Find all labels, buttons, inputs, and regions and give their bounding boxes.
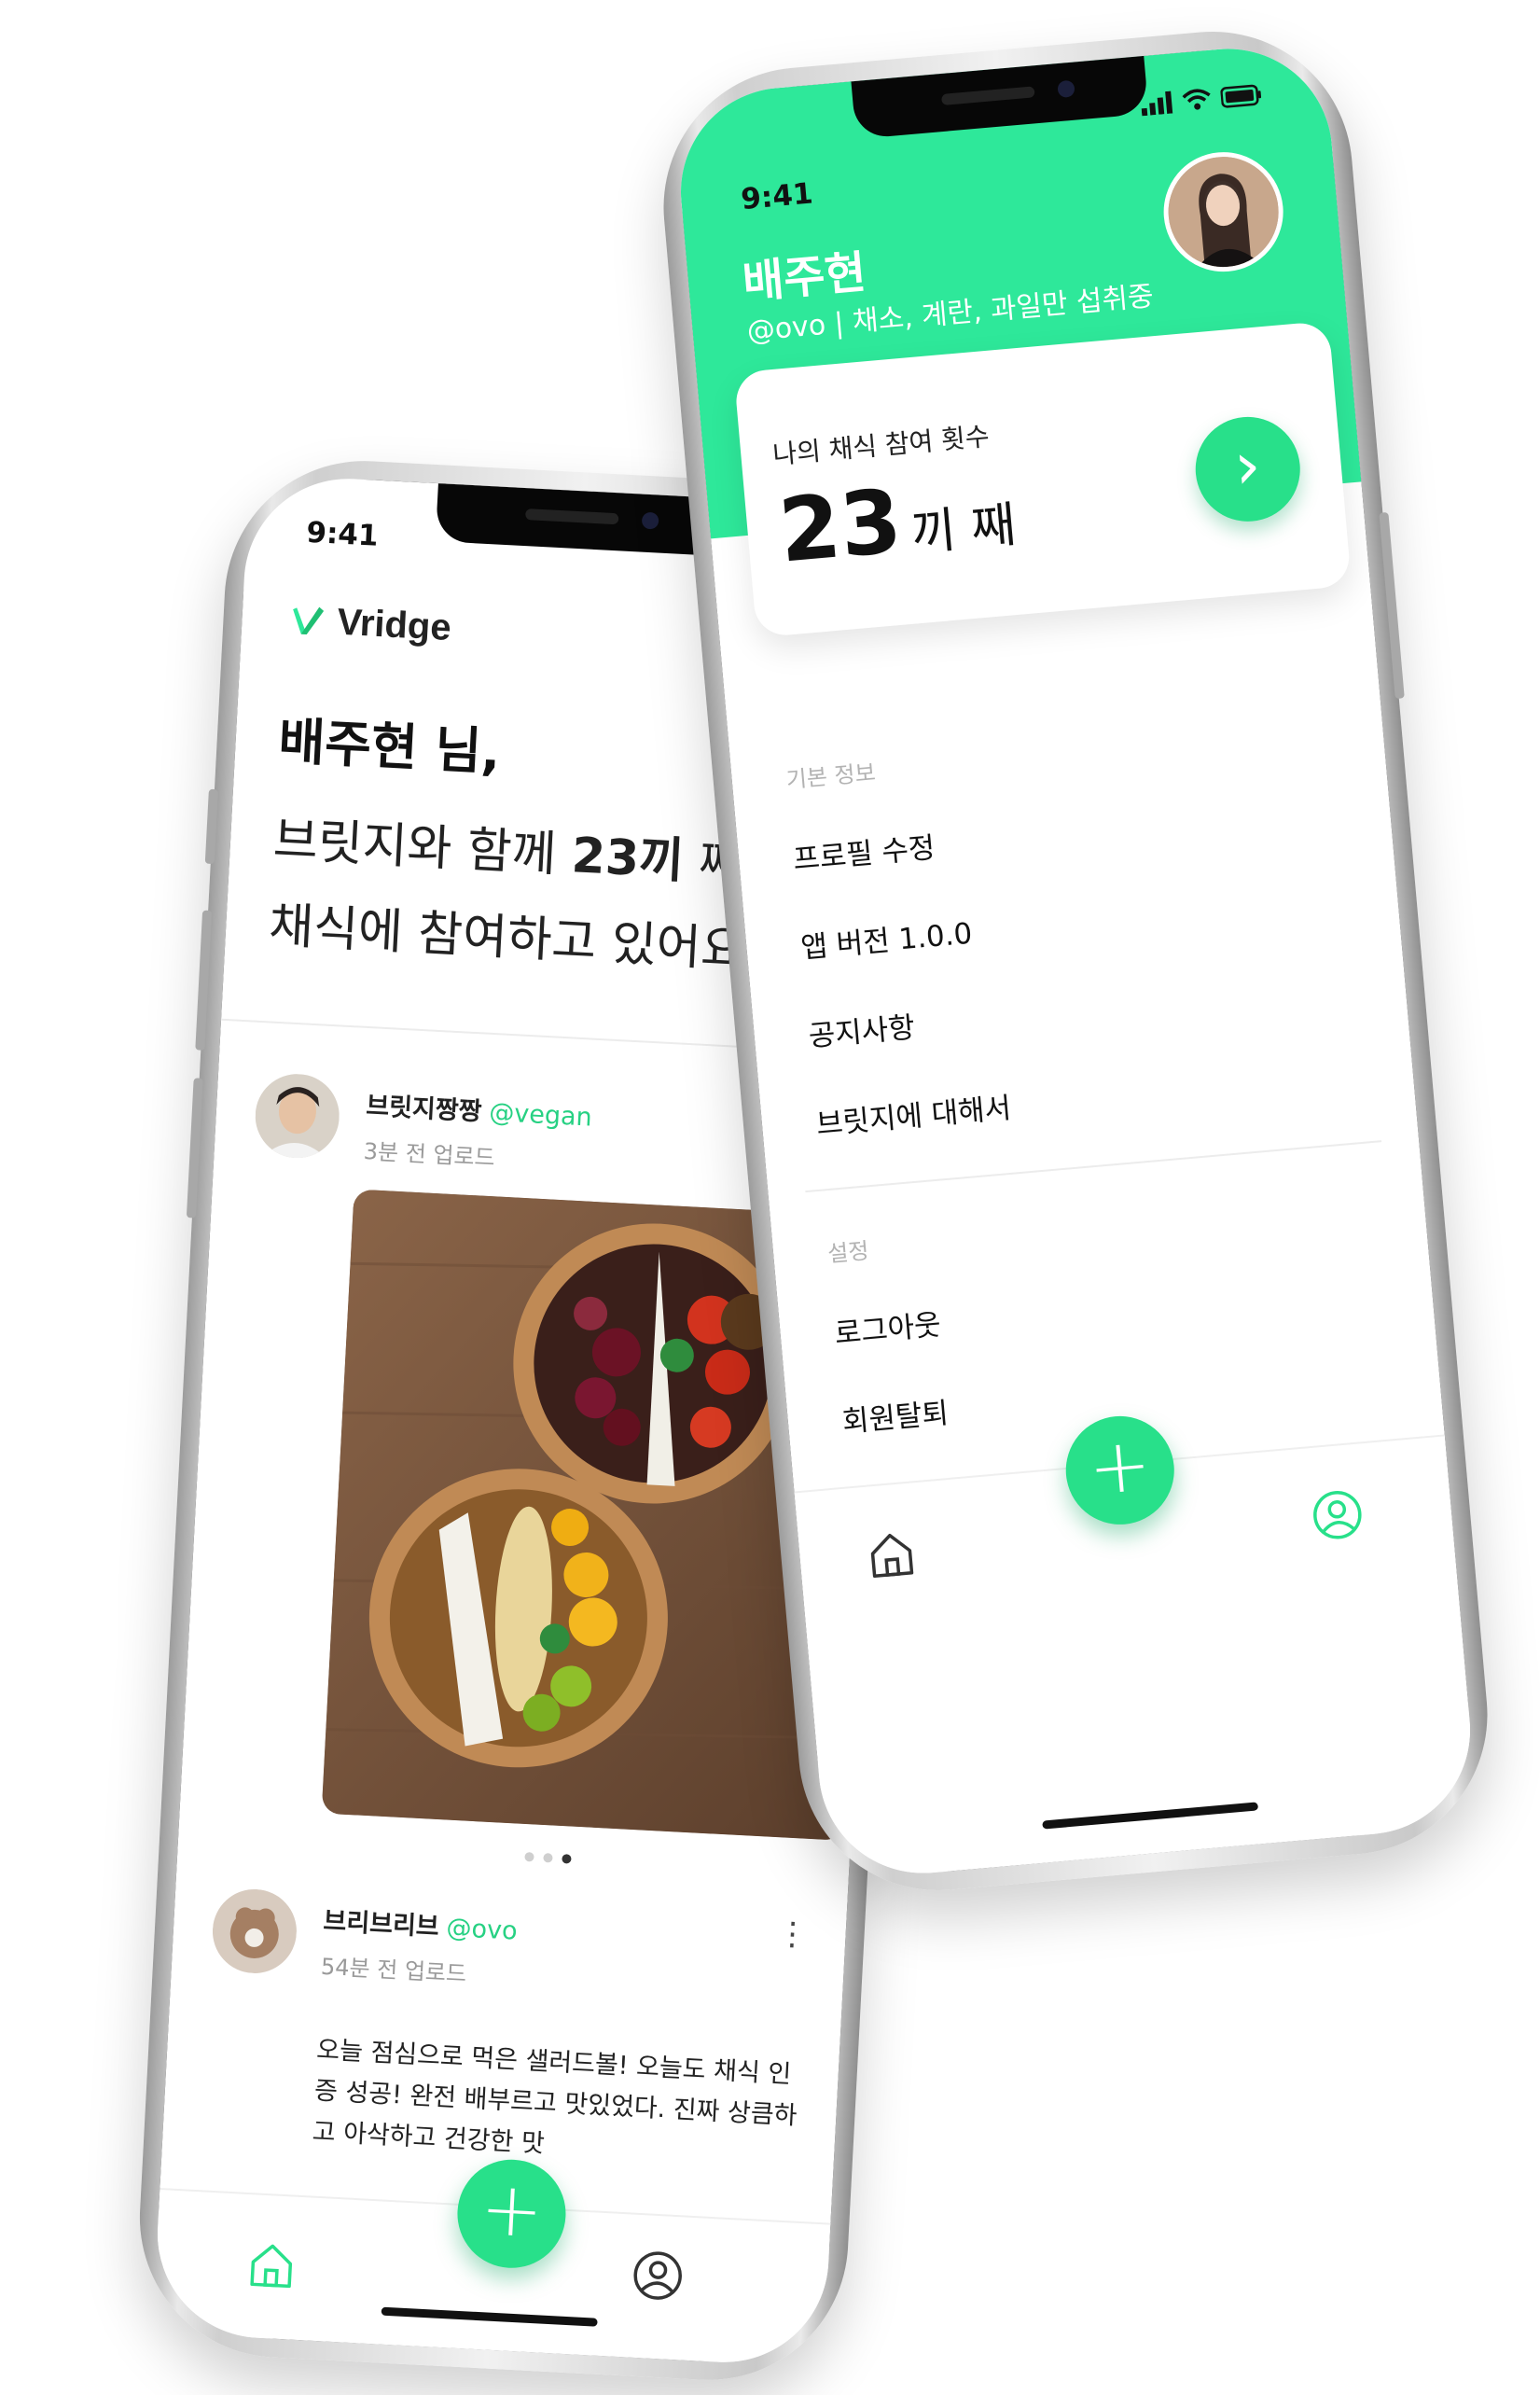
mute-switch [204, 788, 218, 865]
app-brand: Vridge [287, 599, 452, 649]
vridge-logo-icon [293, 606, 325, 634]
menu-app-version[interactable]: 앱 버전 1.0.0 [798, 910, 974, 967]
count-number: 23 [774, 470, 906, 583]
notch [435, 483, 732, 557]
volume-down-button [186, 1078, 203, 1218]
greeting-count: 23끼 [570, 828, 686, 890]
carousel-dot-active[interactable] [562, 1854, 572, 1864]
status-time: 9:41 [739, 176, 814, 217]
author-name[interactable]: 브릿지짱짱 [366, 1092, 483, 1126]
post-author[interactable]: 브리브리브 @ovo [323, 1901, 519, 1947]
battery-icon [1220, 84, 1262, 108]
signal-icon [1141, 91, 1173, 117]
power-button [1379, 511, 1405, 700]
carousel-dots[interactable] [524, 1851, 572, 1864]
greeting: 배주현 님, 브릿지와 함께 23끼 째 채식에 참여하고 있어요! [267, 700, 784, 996]
menu-logout[interactable]: 로그아웃 [833, 1301, 943, 1352]
home-icon[interactable] [863, 1525, 920, 1582]
menu-withdraw[interactable]: 회원탈퇴 [840, 1389, 950, 1441]
diet-tag: @ovo [445, 1913, 519, 1946]
brand-name: Vridge [336, 601, 452, 649]
wifi-icon [1182, 89, 1211, 110]
menu-edit-profile[interactable]: 프로필 수정 [791, 824, 936, 878]
home-icon[interactable] [244, 2237, 299, 2292]
greeting-text: 브릿지와 함께 [271, 812, 574, 884]
post-time: 54분 전 업로드 [320, 1953, 467, 1987]
section-title-basic: 기본 정보 [784, 759, 877, 794]
profile-screen: 9:41 배주현 @ovo | 채소, 계란, 과일만 섭취중 나의 채식 참여… [672, 40, 1479, 1882]
participation-label: 나의 채식 참여 횟수 [771, 420, 991, 471]
participation-count: 23끼 째 [775, 461, 1020, 583]
status-time: 9:41 [305, 515, 380, 553]
count-unit: 끼 째 [909, 496, 1019, 563]
post-time: 3분 전 업로드 [363, 1137, 496, 1172]
more-options-icon[interactable]: ⋮ [776, 1915, 810, 1954]
avatar[interactable] [210, 1887, 299, 1976]
menu-about[interactable]: 브릿지에 대해서 [814, 1084, 1013, 1143]
menu-notice[interactable]: 공지사항 [807, 1003, 917, 1054]
carousel-dot[interactable] [543, 1853, 553, 1863]
post-text: 오늘 점심으로 먹은 샐러드볼! 오늘도 채식 인증 성공! 완전 배부르고 맛… [311, 2035, 798, 2159]
carousel-dot[interactable] [524, 1851, 534, 1862]
author-name[interactable]: 브리브리브 [323, 1907, 440, 1942]
chevron-right-icon[interactable]: › [1191, 412, 1305, 526]
feed-post[interactable]: 브리브리브 @ovo 54분 전 업로드 [210, 1887, 519, 1991]
post-author[interactable]: 브릿지짱짱 @vegan [366, 1085, 593, 1134]
avatar[interactable] [253, 1071, 342, 1161]
section-title-settings: 설정 [826, 1237, 870, 1268]
profile-icon[interactable] [1309, 1486, 1366, 1543]
divider [805, 1140, 1382, 1193]
profile-icon[interactable] [631, 2249, 686, 2304]
volume-up-button [195, 910, 213, 1051]
participation-card[interactable]: 나의 채식 참여 횟수 23끼 째 › [733, 320, 1353, 638]
feed-post[interactable]: 브릿지짱짱 @vegan 3분 전 업로드 [253, 1071, 593, 1177]
diet-tag: @vegan [488, 1097, 593, 1133]
